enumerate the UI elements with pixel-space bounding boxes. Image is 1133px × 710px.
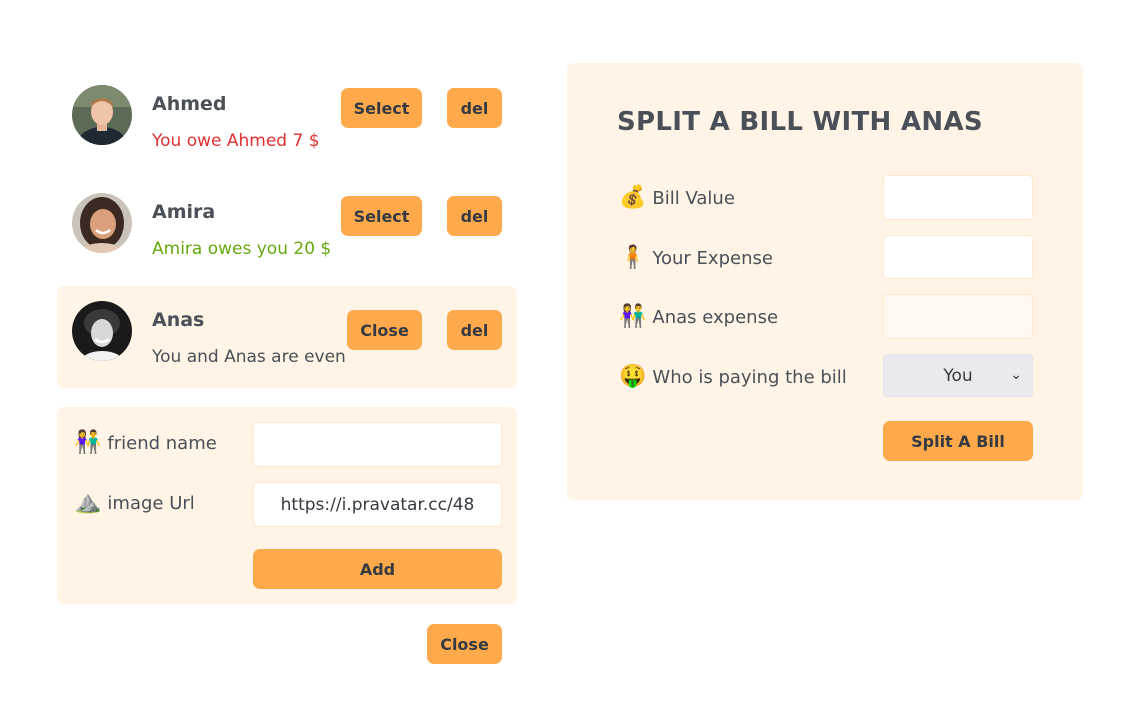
friend-expense-label-text: Anas expense — [652, 306, 779, 328]
close-friend-button[interactable]: Close — [347, 310, 422, 350]
friend-name: Ahmed — [152, 93, 227, 115]
friend-name: Anas — [152, 309, 205, 331]
your-expense-input[interactable] — [883, 235, 1033, 279]
image-url-label: ⛰️ image Url — [74, 492, 195, 514]
payer-label-text: Who is paying the bill — [652, 366, 847, 388]
avatar — [72, 85, 132, 145]
people-icon: 👫 — [619, 304, 647, 329]
friend-item-amira: Amira Amira owes you 20 $ Select del — [57, 178, 517, 280]
friend-expense-label: 👫 Anas expense — [619, 306, 778, 328]
friend-name: Amira — [152, 201, 216, 223]
friend-name-label: 👫 friend name — [74, 432, 217, 454]
split-bill-button[interactable]: Split A Bill — [883, 421, 1033, 461]
select-friend-button[interactable]: Select — [341, 88, 422, 128]
payer-label: 🤑 Who is paying the bill — [619, 366, 847, 388]
split-bill-form: SPLIT A BILL WITH ANAS 💰 Bill Value 🧍 Yo… — [567, 63, 1083, 500]
friend-balance: Amira owes you 20 $ — [152, 239, 332, 259]
money-icon: 💰 — [619, 185, 647, 210]
friend-name-label-text: friend name — [107, 432, 217, 454]
chevron-down-icon: ⌄ — [1010, 367, 1022, 383]
your-expense-label: 🧍 Your Expense — [619, 247, 773, 269]
friends-list: Ahmed You owe Ahmed 7 $ Select del Amira… — [57, 70, 517, 394]
add-friend-button[interactable]: Add — [253, 549, 502, 589]
image-url-label-text: image Url — [107, 492, 195, 514]
payer-selected-value: You — [943, 365, 973, 386]
mountain-icon: ⛰️ — [74, 490, 102, 515]
delete-friend-button[interactable]: del — [447, 310, 502, 350]
image-url-input[interactable] — [253, 482, 502, 527]
person-icon: 🧍 — [619, 245, 647, 270]
friend-item-anas: Anas You and Anas are even Close del — [57, 286, 517, 388]
avatar — [72, 301, 132, 361]
avatar — [72, 193, 132, 253]
select-friend-button[interactable]: Select — [341, 196, 422, 236]
friend-item-ahmed: Ahmed You owe Ahmed 7 $ Select del — [57, 70, 517, 172]
payer-select[interactable]: You ⌄ — [883, 354, 1033, 397]
friend-expense-input — [883, 294, 1033, 339]
delete-friend-button[interactable]: del — [447, 196, 502, 236]
bill-value-input[interactable] — [883, 175, 1033, 220]
friend-balance: You and Anas are even — [152, 347, 346, 367]
close-add-form-button[interactable]: Close — [427, 624, 502, 664]
grin-face-icon: 🤑 — [619, 364, 647, 389]
bill-value-label: 💰 Bill Value — [619, 187, 735, 209]
add-friend-form: 👫 friend name ⛰️ image Url Add — [57, 407, 517, 604]
friend-name-input[interactable] — [253, 422, 502, 467]
split-bill-title: SPLIT A BILL WITH ANAS — [617, 107, 983, 137]
people-icon: 👫 — [74, 430, 102, 455]
delete-friend-button[interactable]: del — [447, 88, 502, 128]
bill-value-label-text: Bill Value — [652, 187, 735, 209]
your-expense-label-text: Your Expense — [652, 247, 773, 269]
friend-balance: You owe Ahmed 7 $ — [152, 131, 320, 151]
